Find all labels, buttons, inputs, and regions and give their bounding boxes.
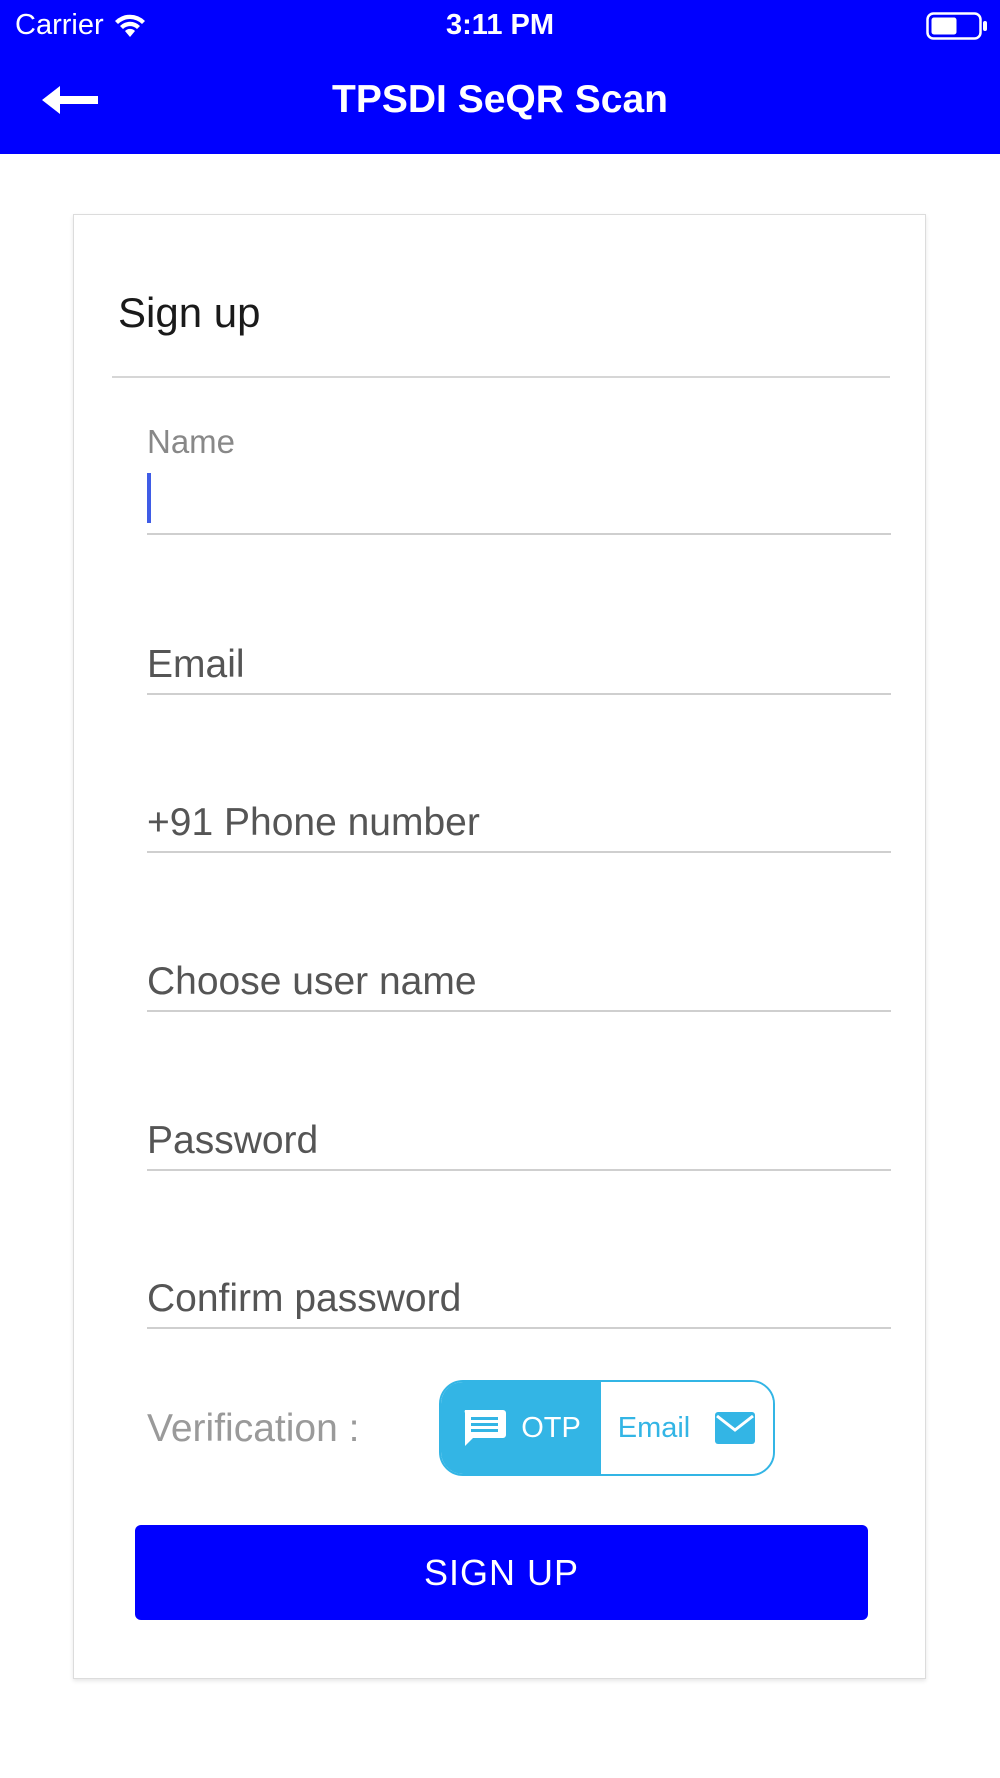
form-title: Sign up	[118, 289, 261, 336]
email-placeholder: Email	[147, 643, 245, 686]
battery-icon	[926, 12, 987, 40]
password-placeholder: Password	[147, 1119, 319, 1162]
confirm-password-placeholder: Confirm password	[147, 1277, 462, 1320]
email-field[interactable]: Email	[147, 607, 891, 695]
otp-label: OTP	[521, 1412, 581, 1444]
email-option-label: Email	[617, 1412, 691, 1444]
username-underline	[147, 1010, 891, 1012]
status-bar: Carrier 3:11 PM	[0, 0, 1000, 50]
navigation-bar: TPSDI SeQR Scan	[0, 60, 1000, 140]
email-option[interactable]: Email	[601, 1382, 773, 1474]
name-field[interactable]: Name	[147, 423, 891, 535]
page-title: TPSDI SeQR Scan	[332, 78, 668, 121]
username-field[interactable]: Choose user name	[147, 924, 891, 1012]
confirm-password-field[interactable]: Confirm password	[147, 1241, 891, 1329]
sign-up-button[interactable]: SIGN UP	[135, 1525, 868, 1620]
verification-toggle: OTP Email	[439, 1380, 775, 1476]
name-label: Name	[147, 423, 236, 460]
otp-option[interactable]: OTP	[441, 1382, 601, 1474]
username-placeholder: Choose user name	[147, 960, 477, 1003]
signup-card: Sign up Name Email +91 Phone number Choo…	[73, 214, 926, 1679]
name-underline	[147, 533, 891, 535]
app-header: Carrier 3:11 PM TPSDI SeQR Scan	[0, 0, 1000, 154]
password-field[interactable]: Password	[147, 1083, 891, 1171]
chat-icon	[464, 1410, 507, 1446]
confirm-password-underline	[147, 1327, 891, 1329]
phone-field[interactable]: +91 Phone number	[147, 765, 891, 853]
status-time: 3:11 PM	[446, 9, 554, 41]
email-underline	[147, 693, 891, 695]
mail-icon	[715, 1412, 756, 1444]
title-divider	[112, 376, 890, 378]
verification-label: Verification :	[147, 1407, 360, 1450]
password-underline	[147, 1169, 891, 1171]
text-caret	[147, 473, 151, 523]
phone-underline	[147, 851, 891, 853]
phone-placeholder: +91 Phone number	[147, 801, 480, 844]
